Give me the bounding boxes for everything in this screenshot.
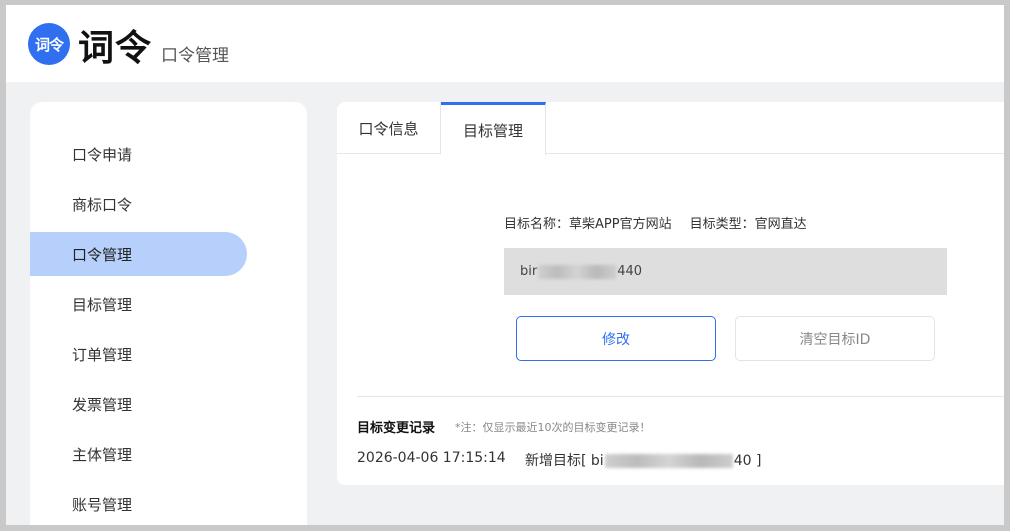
redacted-record-blur (604, 454, 733, 468)
main-panel: 口令信息 目标管理 目标名称：草柴APP官方网站 目标类型：官网直达 bir 440… (337, 102, 1004, 485)
clear-target-id-button[interactable]: 清空目标ID (735, 316, 935, 361)
record-note: *注：仅显示最近10次的目标变更记录！ (455, 421, 651, 434)
sidebar-item-accounts[interactable]: 账号管理 (30, 482, 247, 525)
target-type-value: 官网直达 (754, 217, 807, 232)
record-text: 新增目标[ bi 40 ] (525, 450, 761, 470)
target-name-value: 草柴APP官方网站 (569, 217, 672, 232)
redacted-id-blur (538, 264, 617, 279)
target-id-field[interactable]: bir 440 (504, 248, 947, 295)
header: 词令 词令 口令管理 (6, 5, 1004, 82)
sidebar-item-apply[interactable]: 口令申请 (30, 132, 247, 176)
tab-command-info[interactable]: 口令信息 (337, 102, 441, 154)
record-text-suffix: 40 ] (733, 453, 762, 469)
record-title: 目标变更记录 (357, 421, 436, 436)
divider (357, 396, 1004, 397)
target-name-label: 目标名称： (504, 217, 570, 232)
sidebar-item-entities[interactable]: 主体管理 (30, 432, 247, 476)
sidebar-item-orders[interactable]: 订单管理 (30, 332, 247, 376)
target-type-label: 目标类型： (689, 217, 755, 232)
record-time: 2026-04-06 17:15:14 (357, 450, 506, 466)
sidebar-item-invoices[interactable]: 发票管理 (30, 382, 247, 426)
page-subtitle: 口令管理 (161, 46, 229, 66)
sidebar-item-trademark[interactable]: 商标口令 (30, 182, 247, 226)
logo: 词令 (28, 23, 70, 65)
target-info-line: 目标名称：草柴APP官方网站 目标类型：官网直达 (504, 213, 807, 232)
tab-bar: 口令信息 目标管理 (337, 102, 1004, 155)
app-window: 词令 词令 口令管理 口令申请 商标口令 口令管理 目标管理 订单管理 发票管理… (6, 5, 1004, 525)
edit-button[interactable]: 修改 (516, 316, 716, 361)
sidebar-item-command-manage[interactable]: 口令管理 (30, 232, 247, 276)
brand-title: 词令 (78, 28, 153, 69)
record-text-prefix: 新增目标[ bi (525, 453, 604, 469)
target-id-suffix: 440 (617, 264, 643, 279)
sidebar-item-target-manage[interactable]: 目标管理 (30, 282, 247, 326)
sidebar: 口令申请 商标口令 口令管理 目标管理 订单管理 发票管理 主体管理 账号管理 (30, 102, 307, 525)
target-id-prefix: bir (520, 264, 538, 279)
tab-target-manage[interactable]: 目标管理 (441, 102, 546, 155)
